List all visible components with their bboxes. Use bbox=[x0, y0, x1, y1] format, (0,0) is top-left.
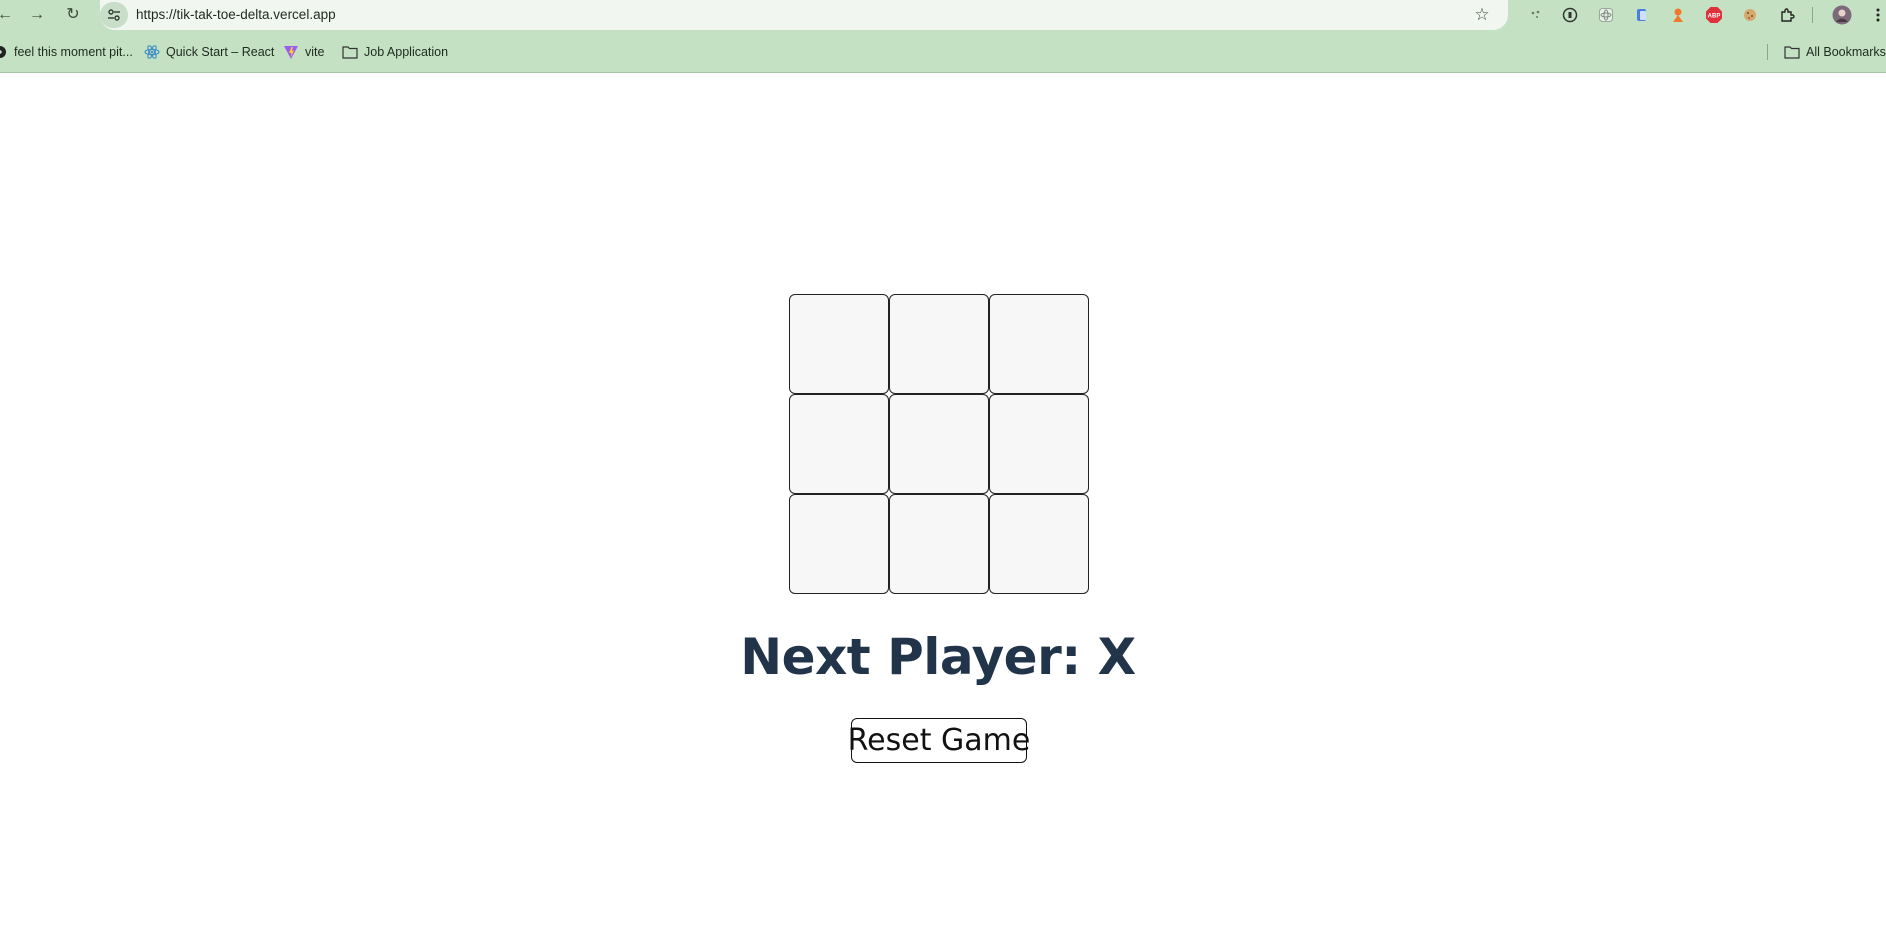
board-square[interactable] bbox=[989, 494, 1089, 594]
bookmark-label: Quick Start – React bbox=[166, 45, 275, 59]
profile-avatar[interactable] bbox=[1832, 5, 1852, 25]
address-bar[interactable]: https://tik-tak-toe-delta.vercel.app ☆ bbox=[100, 0, 1508, 30]
extension-react-devtools-icon[interactable] bbox=[1597, 6, 1615, 24]
browser-toolbar: ← → ↻ https://tik-tak-toe-delta.vercel.a… bbox=[0, 0, 1886, 30]
all-bookmarks[interactable]: All Bookmarks bbox=[1784, 43, 1886, 61]
board-square[interactable] bbox=[989, 394, 1089, 494]
bookmark-item[interactable]: vite bbox=[283, 43, 324, 61]
folder-icon bbox=[1784, 44, 1800, 60]
board-square[interactable] bbox=[789, 294, 889, 394]
bookmark-label: Job Application bbox=[364, 45, 449, 59]
bookmark-item[interactable]: Quick Start – React bbox=[144, 43, 274, 61]
extension-copy-icon[interactable] bbox=[1633, 6, 1651, 24]
extension-character-icon[interactable] bbox=[1669, 6, 1687, 24]
forward-icon[interactable]: → bbox=[26, 4, 48, 26]
back-icon[interactable]: ← bbox=[0, 4, 16, 26]
bookmark-item[interactable]: feel this moment pit... bbox=[0, 43, 133, 61]
vite-icon bbox=[283, 44, 299, 60]
bookmark-label: feel this moment pit... bbox=[14, 45, 133, 59]
extensions-puzzle-icon[interactable] bbox=[1778, 6, 1796, 24]
bookmarks-divider bbox=[1767, 44, 1768, 60]
board-square[interactable] bbox=[889, 394, 989, 494]
url-text[interactable]: https://tik-tak-toe-delta.vercel.app bbox=[136, 7, 336, 22]
svg-text:ABP: ABP bbox=[1708, 14, 1721, 20]
extension-spark-icon[interactable] bbox=[1527, 6, 1545, 24]
music-disc-icon bbox=[0, 44, 8, 60]
board-square[interactable] bbox=[889, 494, 989, 594]
react-icon bbox=[144, 44, 160, 60]
bookmark-star-icon[interactable]: ☆ bbox=[1472, 5, 1492, 25]
folder-icon bbox=[342, 44, 358, 60]
bookmarks-bar: feel this moment pit... Quick Start – Re… bbox=[0, 30, 1886, 73]
game-status: Next Player: X bbox=[740, 628, 1136, 686]
board-square[interactable] bbox=[989, 294, 1089, 394]
bookmark-item[interactable]: Job Application bbox=[342, 43, 448, 61]
board-square[interactable] bbox=[889, 294, 989, 394]
reset-game-button[interactable]: Reset Game bbox=[848, 718, 1030, 763]
bookmark-label: vite bbox=[305, 45, 325, 59]
extension-password-icon[interactable] bbox=[1561, 6, 1579, 24]
extension-adblock-icon[interactable]: ABP bbox=[1705, 6, 1723, 24]
game-board bbox=[789, 294, 1089, 594]
all-bookmarks-label: All Bookmarks bbox=[1806, 45, 1886, 59]
reload-icon[interactable]: ↻ bbox=[62, 4, 84, 26]
board-square[interactable] bbox=[789, 394, 889, 494]
site-settings-icon[interactable] bbox=[100, 2, 128, 28]
toolbar-divider bbox=[1812, 7, 1813, 23]
browser-menu-icon[interactable] bbox=[1869, 6, 1886, 24]
extension-cookie-icon[interactable] bbox=[1741, 6, 1759, 24]
board-square[interactable] bbox=[789, 494, 889, 594]
